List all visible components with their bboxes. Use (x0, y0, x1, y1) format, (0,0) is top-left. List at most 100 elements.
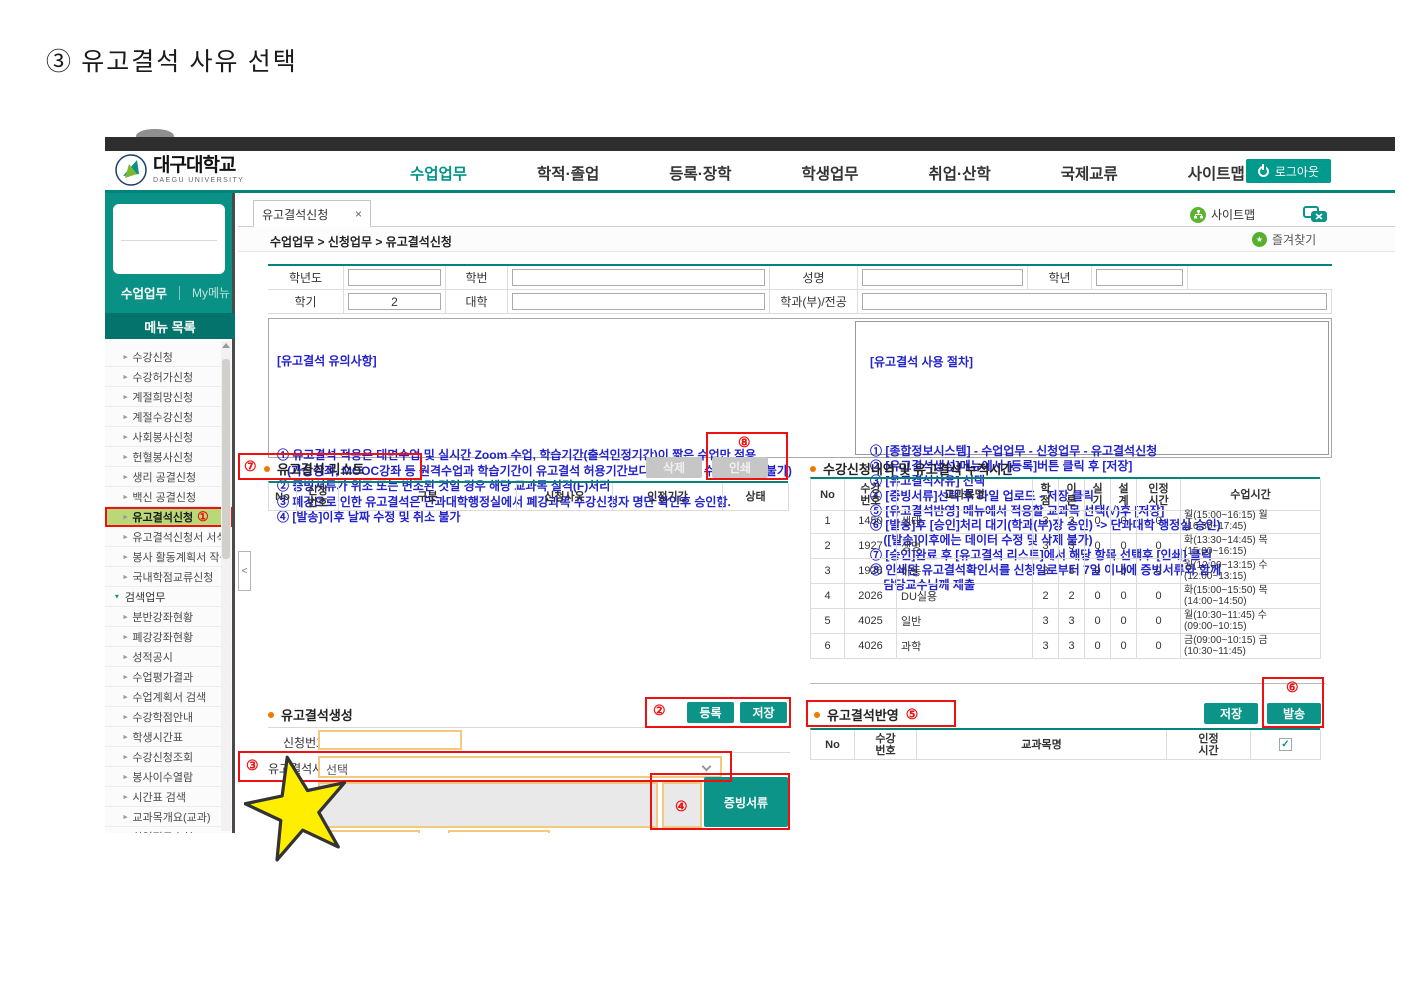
sidebar-menu-item[interactable]: ▶수업계획서 검색 (105, 687, 232, 707)
sidebar-menu-item[interactable]: ▶수업평가결과 (105, 667, 232, 687)
send-button[interactable]: 발송 (1267, 703, 1321, 724)
column-header: No (269, 483, 297, 511)
sidebar-menu-item[interactable]: ▶수강허가신청 (105, 367, 232, 387)
sidebar-item-absence-apply[interactable]: ▶ 유고결석신청 ① (105, 507, 232, 527)
sidebar-menu-item[interactable]: ▶수강학점안내 (105, 707, 232, 727)
print-button[interactable]: 인쇄 (712, 457, 768, 478)
college-input[interactable] (512, 293, 765, 310)
nav-item[interactable]: 수업업무 (410, 162, 467, 184)
sidebar-menu-item[interactable]: ▶폐강강좌현황 (105, 627, 232, 647)
tab-absence-apply[interactable]: 유고결석신청 × (253, 200, 371, 227)
course-row: 2 1927 생명 3 3 0 0 0 화(13:30~14:45) 목(15:… (810, 534, 1320, 559)
year-input[interactable] (348, 269, 441, 286)
course-time: 화(15:00~15:50) 목(14:00~14:50) (1181, 584, 1321, 609)
scrollbar-thumb[interactable] (222, 359, 230, 559)
course-recognized-hours: 0 (1137, 509, 1181, 534)
sitemap-quick[interactable]: 사이트맵 (1190, 206, 1255, 223)
register-button[interactable]: 등록 (687, 702, 734, 723)
sidebar-collapse-handle[interactable]: < (238, 551, 251, 591)
power-icon (1258, 166, 1269, 177)
detail-reason-textarea[interactable] (318, 782, 658, 828)
tab-close-icon[interactable]: × (355, 207, 362, 221)
sidebar-menu-item[interactable]: ▶백신 공결신청 (105, 487, 232, 507)
course-credit: 3 (1033, 634, 1059, 659)
arrow-right-icon: ▶ (124, 473, 128, 479)
sidebar-tabs: 수업업무 My메뉴 (105, 283, 232, 302)
apply-table-header: No수강 번호교과목명인정 시간 ✓ (810, 728, 1320, 760)
favorite-button[interactable]: ★ 즐겨찾기 (1252, 231, 1316, 248)
logout-button[interactable]: 로그아웃 (1246, 159, 1331, 183)
applyno-input[interactable] (318, 730, 462, 750)
sidebar-menu-item[interactable]: ▶국내학점교류신청 (105, 567, 232, 587)
name-input[interactable] (862, 269, 1023, 286)
course-name: 생태 (897, 509, 1033, 534)
apply-save-button[interactable]: 저장 (1204, 703, 1258, 724)
sidebar-menu-item[interactable]: ▶성적공시 (105, 647, 232, 667)
nav-item[interactable]: 사이트맵 (1188, 162, 1245, 184)
sidebar-menu-item[interactable]: ▶헌혈봉사신청 (105, 447, 232, 467)
sidebar: 수업업무 My메뉴 메뉴 목록 ▶수강신청▶수강허가신청▶계절희망신청▶계절수강… (105, 193, 235, 833)
sidebar-menu-item[interactable]: ▶수강신청조회 (105, 747, 232, 767)
sidebar-menu-item[interactable]: ▶유고결석신청서 서식 (105, 527, 232, 547)
tab-label: 유고결석신청 (262, 206, 328, 223)
sidebar-tab-divider (179, 286, 180, 300)
app-window: 대구대학교 DAEGU UNIVERSITY 수업업무학적·졸업등록·장학학생업… (0, 0, 1403, 833)
notice-cautions: [유고결석 유의사항] ① 유고결석 적용은 대면수업 및 실시간 Zoom 수… (277, 323, 852, 557)
absence-list-title: 유고결석 리스트 (277, 459, 364, 478)
sidebar-scrollbar[interactable] (221, 341, 231, 831)
sidebar-menu-item[interactable]: ▶분반강좌현황 (105, 607, 232, 627)
sidebar-menu-item[interactable]: ▶계절수강신청 (105, 407, 232, 427)
courses-title-row: 수강신청내역 및 유고결석 누적시간 (810, 459, 1013, 478)
sidebar-menu-item[interactable]: ▶계절희망신청 (105, 387, 232, 407)
sidebar-menu-item[interactable]: ▶생리 공결신청 (105, 467, 232, 487)
menu-item-label: 시간표 검색 (132, 789, 186, 805)
scroll-up-icon[interactable] (222, 343, 230, 348)
course-design: 0 (1111, 509, 1137, 534)
course-code: 4026 (845, 634, 897, 659)
reason-type-select[interactable]: 선택 (318, 756, 722, 778)
semester-input[interactable]: 2 (348, 293, 441, 310)
sidebar-menu-item[interactable]: ▶봉사 활동계획서 작성 (105, 547, 232, 567)
delete-button[interactable]: 삭제 (646, 457, 702, 478)
sidebar-tab-work[interactable]: 수업업무 (121, 283, 167, 302)
nav-item[interactable]: 국제교류 (1061, 162, 1118, 184)
nav-item[interactable]: 취업·산학 (929, 162, 991, 184)
arrow-right-icon: ▶ (124, 573, 128, 579)
arrow-right-icon: ▶ (124, 693, 128, 699)
apply-title-row: 유고결석반영 ⑤ (814, 705, 918, 724)
sidebar-menu-item[interactable]: ▶시간표 검색 (105, 787, 232, 807)
divider (268, 752, 790, 753)
sidebar-menu-item[interactable]: ▶봉사이수열람 (105, 767, 232, 787)
course-row: 4 2026 DU실용 2 2 0 0 0 화(15:00~15:50) 목(1… (810, 584, 1320, 609)
menu-item-label: 취업직무추천 (132, 829, 193, 834)
nav-item[interactable]: 학적·졸업 (537, 162, 599, 184)
window-close-quick[interactable] (1303, 206, 1329, 223)
studentno-input[interactable] (512, 269, 765, 286)
period-end-input[interactable] (448, 830, 550, 833)
menu-item-label: 학생시간표 (132, 729, 183, 745)
column-header: 상태 (723, 483, 789, 511)
annotation-2: ② (653, 702, 666, 720)
course-name: 일반 (897, 609, 1033, 634)
sidebar-menu-item[interactable]: ▶사회봉사신청 (105, 427, 232, 447)
sidebar-section-search[interactable]: ▼ 검색업무 (105, 587, 232, 607)
select-all-checkbox[interactable]: ✓ (1279, 738, 1292, 751)
nav-item[interactable]: 학생업무 (801, 162, 858, 184)
grade-input[interactable] (1096, 269, 1183, 286)
sidebar-tab-mymenu[interactable]: My메뉴 (192, 284, 230, 301)
arrow-right-icon: ▶ (124, 433, 128, 439)
nav-item[interactable]: 등록·장학 (669, 162, 731, 184)
create-save-button[interactable]: 저장 (740, 702, 787, 723)
sidebar-menu-item[interactable]: ▶취업직무추천 (105, 827, 232, 833)
arrow-right-icon: ▶ (124, 493, 128, 499)
attachment-button[interactable]: 증빙서류 (704, 777, 788, 827)
sidebar-menu-item[interactable]: ▶교과목개요(교과) (105, 807, 232, 827)
menu-section-label: 검색업무 (125, 589, 165, 605)
app-header: 대구대학교 DAEGU UNIVERSITY 수업업무학적·졸업등록·장학학생업… (105, 151, 1395, 191)
sidebar-menu-item[interactable]: ▶학생시간표 (105, 727, 232, 747)
column-header: No (811, 479, 845, 511)
major-input[interactable] (862, 293, 1327, 310)
window-top-bar (105, 137, 1395, 151)
sidebar-menu-item[interactable]: ▶수강신청 (105, 347, 232, 367)
column-header: 신청사유 (517, 483, 613, 511)
